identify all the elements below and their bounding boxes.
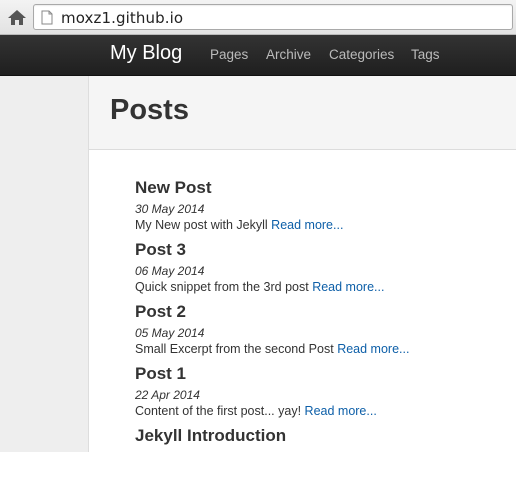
post-date: 06 May 2014: [135, 264, 205, 278]
left-gutter: [0, 76, 89, 452]
read-more-link[interactable]: Read more...: [271, 218, 343, 232]
post-excerpt-text: Quick snippet from the 3rd post: [135, 280, 309, 294]
post-excerpt-text: Small Excerpt from the second Post: [135, 342, 334, 356]
post-item: New Post 30 May 2014 My New post with Je…: [135, 176, 515, 238]
post-item: Jekyll Introduction: [135, 424, 515, 486]
post-title[interactable]: Jekyll Introduction: [135, 424, 515, 448]
post-excerpt-text: Content of the first post... yay!: [135, 404, 302, 418]
read-more-link[interactable]: Read more...: [305, 404, 377, 418]
home-icon[interactable]: [6, 7, 28, 27]
post-date: 22 Apr 2014: [135, 388, 200, 402]
page-icon: [41, 10, 53, 25]
post-title[interactable]: Post 1: [135, 362, 515, 386]
post-excerpt: My New post with Jekyll Read more...: [135, 217, 515, 233]
navbar: My Blog Pages Archive Categories Tags: [0, 35, 516, 76]
brand-link[interactable]: My Blog: [110, 42, 182, 65]
read-more-link[interactable]: Read more...: [337, 342, 409, 356]
post-item: Post 1 22 Apr 2014 Content of the first …: [135, 362, 515, 424]
post-excerpt-text: My New post with Jekyll: [135, 218, 268, 232]
post-excerpt: Quick snippet from the 3rd post Read mor…: [135, 279, 515, 295]
post-excerpt: Small Excerpt from the second Post Read …: [135, 341, 515, 357]
nav-item-pages[interactable]: Pages: [210, 47, 248, 62]
post-item: Post 2 05 May 2014 Small Excerpt from th…: [135, 300, 515, 362]
nav-item-archive[interactable]: Archive: [266, 47, 311, 62]
browser-address-bar: moxz1.github.io: [0, 0, 516, 35]
post-date: 05 May 2014: [135, 326, 205, 340]
post-title[interactable]: New Post: [135, 176, 515, 200]
read-more-link[interactable]: Read more...: [312, 280, 384, 294]
page-title: Posts: [110, 94, 189, 126]
page-header: Posts: [89, 76, 516, 150]
post-title[interactable]: Post 2: [135, 300, 515, 324]
url-text: moxz1.github.io: [61, 9, 184, 27]
post-item: Post 3 06 May 2014 Quick snippet from th…: [135, 238, 515, 300]
url-field[interactable]: moxz1.github.io: [33, 4, 513, 30]
post-title[interactable]: Post 3: [135, 238, 515, 262]
nav-item-categories[interactable]: Categories: [329, 47, 394, 62]
post-list: New Post 30 May 2014 My New post with Je…: [135, 176, 515, 486]
post-date: 30 May 2014: [135, 202, 205, 216]
post-excerpt: Content of the first post... yay! Read m…: [135, 403, 515, 419]
nav-item-tags[interactable]: Tags: [411, 47, 440, 62]
